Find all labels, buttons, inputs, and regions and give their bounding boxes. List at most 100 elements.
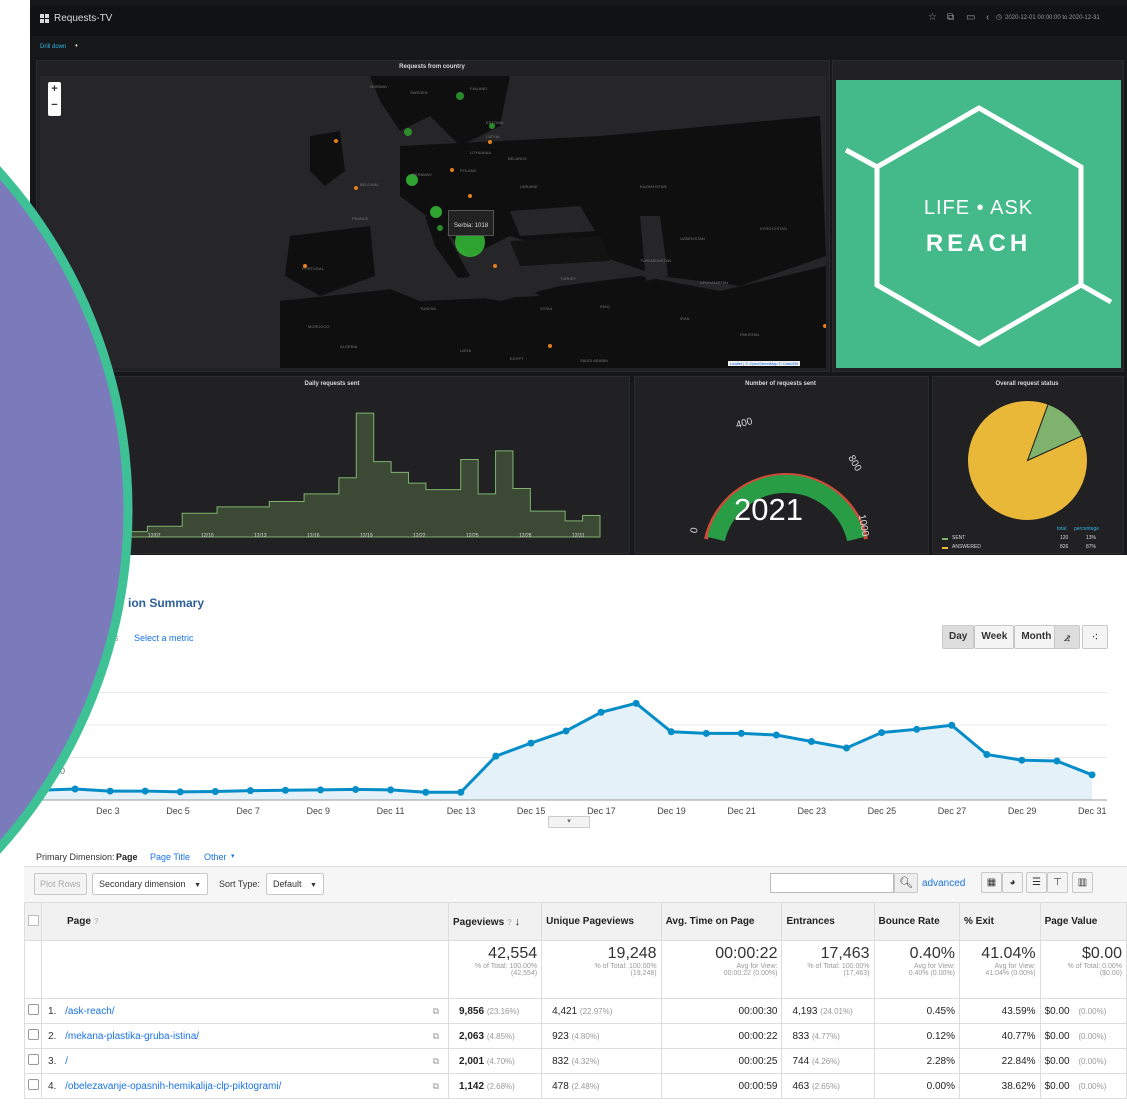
totals-sub1: % of Total: 100.00% [807, 963, 870, 970]
totals-sub1: % of Total: 0.00% [1067, 963, 1122, 970]
day-button[interactable]: Day [942, 625, 975, 649]
page-value: $0.00 [1044, 1030, 1070, 1042]
other-chevron-down-icon[interactable]: ▾ [231, 852, 235, 860]
entrances-cell: 744 (4.26%) [781, 1048, 875, 1074]
week-button[interactable]: Week [974, 625, 1015, 649]
legend-label-answered[interactable]: ANSWERED [952, 544, 981, 550]
table-view-icon[interactable]: ▦ [981, 872, 1002, 893]
col-avg-time[interactable]: Avg. Time on Page [660, 902, 783, 941]
totals-value: 17,463 [820, 945, 870, 962]
totals-value: 41.04% [981, 945, 1036, 962]
totals-cell: $0.00% of Total: 0.00% ($0.00) [1039, 940, 1127, 999]
pie-legend-header-total[interactable]: total [1057, 526, 1066, 532]
map-label-kazakhstan: KAZAKHSTAN [640, 184, 667, 189]
col-unique-pageviews[interactable]: Unique Pageviews [541, 902, 662, 941]
pageviews-point [1018, 756, 1026, 764]
table-row[interactable]: 3. / ⧉ 2,001 (4.70%) 832 (4.32%) 00:00:25 744… [24, 1048, 1127, 1074]
entrances-value: 744 [792, 1055, 810, 1067]
col-entrances[interactable]: Entrances [781, 902, 875, 941]
tv-mode-icon[interactable]: ▭ [966, 12, 975, 23]
map-label-kyrgyzstan: KYRGYZSTAN [760, 226, 787, 231]
page-value-pct: (0.00%) [1078, 1031, 1107, 1041]
advanced-link[interactable]: advanced [922, 878, 965, 889]
entrances-pct: (2.65%) [811, 1081, 840, 1091]
map-label-lithuania: LITHUANIA [470, 150, 491, 155]
search-icon[interactable]: 🔍︎ [894, 873, 918, 893]
page-value: $0.00 [1044, 1080, 1070, 1092]
x-tick-label: Dec 23 [797, 806, 826, 816]
bounce-rate-cell: 0.12% [873, 1023, 961, 1049]
table-row[interactable]: 4. /obelezavanje-opasnih-hemikalija-clp-… [24, 1073, 1127, 1099]
sort-arrow-down-icon[interactable]: ↓ [515, 916, 521, 928]
open-page-icon[interactable]: ⧉ [433, 1031, 439, 1042]
page-value-cell: $0.00 (0.00%) [1039, 1023, 1127, 1049]
share-icon[interactable]: ⧉ [947, 12, 954, 23]
period-toggle: Day Week Month [942, 625, 1059, 649]
pageviews-cell: 2,001 (4.70%) [447, 1048, 543, 1074]
pageviews-point [948, 721, 956, 729]
motion-chart-toggle-icon[interactable]: ⁖ [1082, 625, 1108, 649]
pageviews-point [597, 708, 605, 716]
time-range-picker[interactable]: 2020-12-01 00:00:00 to 2020-12-31 [1005, 15, 1100, 21]
x-tick-label: Dec 29 [1007, 806, 1037, 816]
legend-pct-sent: 13% [1086, 535, 1097, 541]
grafana-topbar: Requests-TV ☆ ⧉ ▭ ‹ ◷ 2020-12-01 00:00:0… [30, 6, 1127, 36]
map-label-belgium: BELGIUM [360, 182, 379, 187]
chart-collapse-handle[interactable]: ▾ [548, 816, 590, 828]
map-panel-title[interactable]: Requests from country [36, 64, 828, 70]
map-label-tunisia: TUNISIA [420, 306, 436, 311]
open-page-icon[interactable]: ⧉ [433, 1081, 439, 1092]
unique-pageviews-value: 4,421 [552, 1005, 578, 1017]
col-exit[interactable]: % Exit [959, 902, 1041, 941]
table-row[interactable]: 2. /mekana-plastika-gruba-istina/⧉ 2,063 … [24, 1023, 1127, 1049]
map-attribution[interactable]: Leaflet | © OpenStreetMap © CartoDB [728, 361, 801, 366]
map-tooltip: Serbia: 1018 [448, 210, 495, 236]
totals-cell: 42,554% of Total: 100.00% (42,554) [447, 940, 543, 999]
entrances-value: 463 [792, 1080, 810, 1092]
sort-type-label: Sort Type: [219, 879, 260, 889]
map-label-saudi-arabia: SAUDI ARABIA [580, 358, 608, 363]
pageviews-point [807, 738, 815, 745]
page-value-pct: (0.00%) [1078, 1081, 1107, 1091]
star-icon[interactable]: ☆ [928, 12, 937, 23]
select-metric-link[interactable]: Select a metric [134, 633, 194, 643]
x-tick-label: Dec 13 [446, 806, 476, 816]
open-page-icon[interactable]: ⧉ [433, 1056, 439, 1067]
totals-sub2: 00:00:22 (0.00%) [723, 970, 778, 977]
daily-bar [513, 489, 530, 537]
line-chart-toggle-icon[interactable]: ⦨ [1054, 625, 1080, 649]
daily-bar [409, 483, 426, 537]
pie-legend-header-pct[interactable]: percentage [1074, 526, 1099, 532]
gauge-title[interactable]: Number of requests sent [634, 381, 927, 387]
legend-label-sent[interactable]: SENT [952, 535, 965, 541]
month-button[interactable]: Month [1014, 625, 1059, 649]
col-page-value[interactable]: Page Value [1039, 902, 1127, 941]
table-search-input[interactable] [770, 873, 894, 893]
avg-time-cell: 00:00:30 [660, 998, 783, 1024]
comparison-view-icon[interactable]: ⊤ [1047, 872, 1068, 893]
col-page-value-label: Page Value [1044, 916, 1098, 927]
table-row[interactable]: 1. /ask-reach/⧉ 9,856 (23.16%) 4,421 (22.9… [24, 998, 1127, 1024]
col-bounce-rate[interactable]: Bounce Rate [873, 902, 961, 941]
other-dimension-link[interactable]: Other [204, 852, 227, 862]
help-icon[interactable]: ? [507, 918, 512, 927]
page-title-link[interactable]: Page Title [150, 852, 190, 862]
performance-view-icon[interactable]: ☰ [1026, 872, 1047, 893]
pivot-view-icon[interactable]: ▥ [1072, 872, 1093, 893]
pageviews-pct: (4.85%) [486, 1031, 515, 1041]
pageviews-point [387, 786, 395, 794]
pageviews-cell: 9,856 (23.16%) [447, 998, 543, 1024]
pie-view-icon[interactable]: ◕ [1002, 872, 1023, 893]
x-tick-label: Dec 17 [587, 806, 616, 816]
col-pageviews[interactable]: Pageviews ? ↓ [447, 902, 543, 941]
time-back-icon[interactable]: ‹ [986, 12, 989, 23]
pie-title[interactable]: Overall request status [932, 381, 1122, 387]
sort-type-select[interactable]: Default ▼ [266, 873, 324, 895]
open-page-icon[interactable]: ⧉ [433, 1006, 439, 1017]
totals-sub2: (19,248) [630, 970, 657, 977]
pageviews-point [352, 785, 360, 793]
totals-sub2: ($0.00) [1099, 970, 1122, 977]
page-value-pct: (0.00%) [1078, 1056, 1107, 1066]
map-label-germany: GERMANY [412, 172, 433, 177]
pageviews-point [1088, 771, 1096, 779]
